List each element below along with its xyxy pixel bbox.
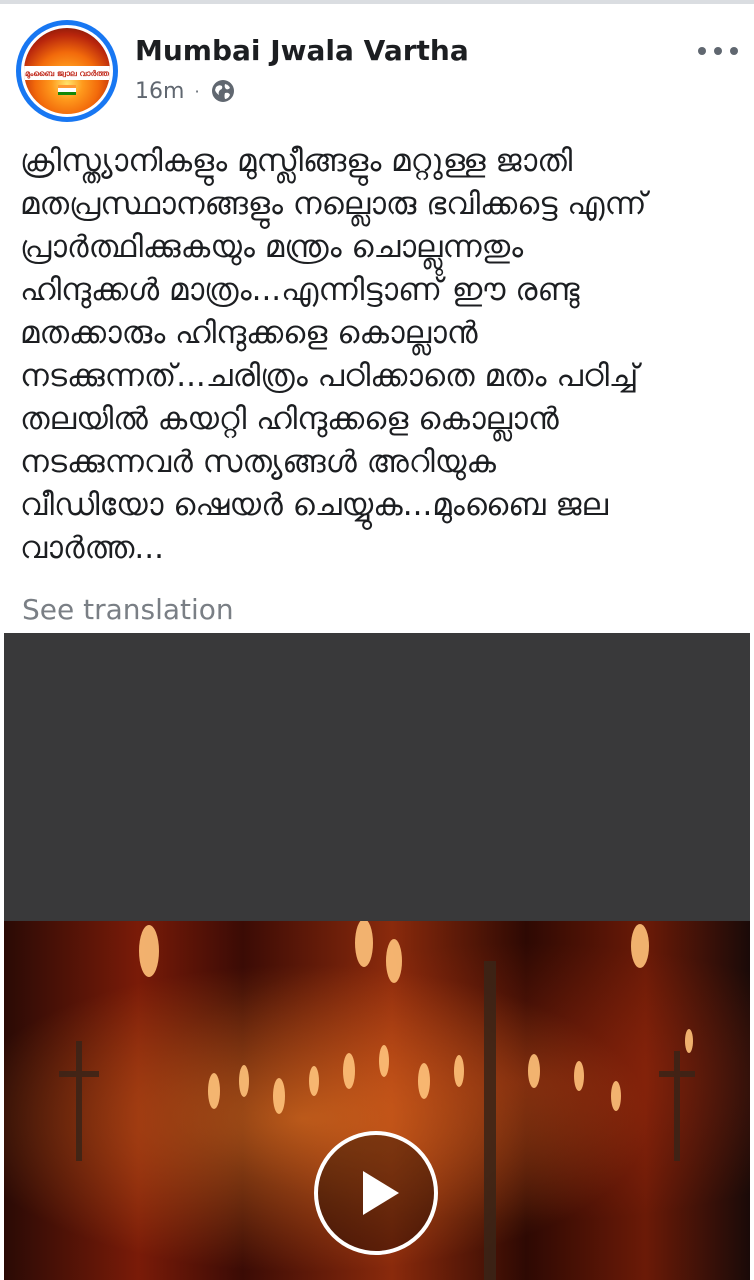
globe-icon[interactable] bbox=[210, 78, 236, 104]
play-icon bbox=[363, 1171, 399, 1215]
flag-icon bbox=[58, 84, 76, 96]
top-divider bbox=[0, 0, 754, 4]
avatar-logo-text: മുംബൈ ജ്വാല വാർത്ത bbox=[24, 65, 110, 80]
page-name-link[interactable]: Mumbai Jwala Vartha bbox=[135, 34, 469, 67]
page-avatar[interactable]: മുംബൈ ജ്വാല വാർത്ത bbox=[16, 20, 118, 122]
play-button[interactable] bbox=[314, 1131, 438, 1255]
video-letterbox bbox=[4, 633, 750, 921]
see-translation-link[interactable]: See translation bbox=[22, 593, 234, 626]
post-timestamp[interactable]: 16m bbox=[135, 79, 184, 104]
meta-separator: · bbox=[194, 81, 200, 101]
more-options-icon[interactable] bbox=[698, 40, 738, 62]
avatar-logo: മുംബൈ ജ്വാല വാർത്ത bbox=[21, 25, 113, 117]
post-message: ക്രിസ്ത്യാനികളും മുസ്ലീങ്ങളും മറ്റുള്ള ജ… bbox=[20, 143, 647, 566]
post-meta: 16m · bbox=[135, 78, 236, 104]
video-player[interactable] bbox=[4, 633, 750, 1280]
